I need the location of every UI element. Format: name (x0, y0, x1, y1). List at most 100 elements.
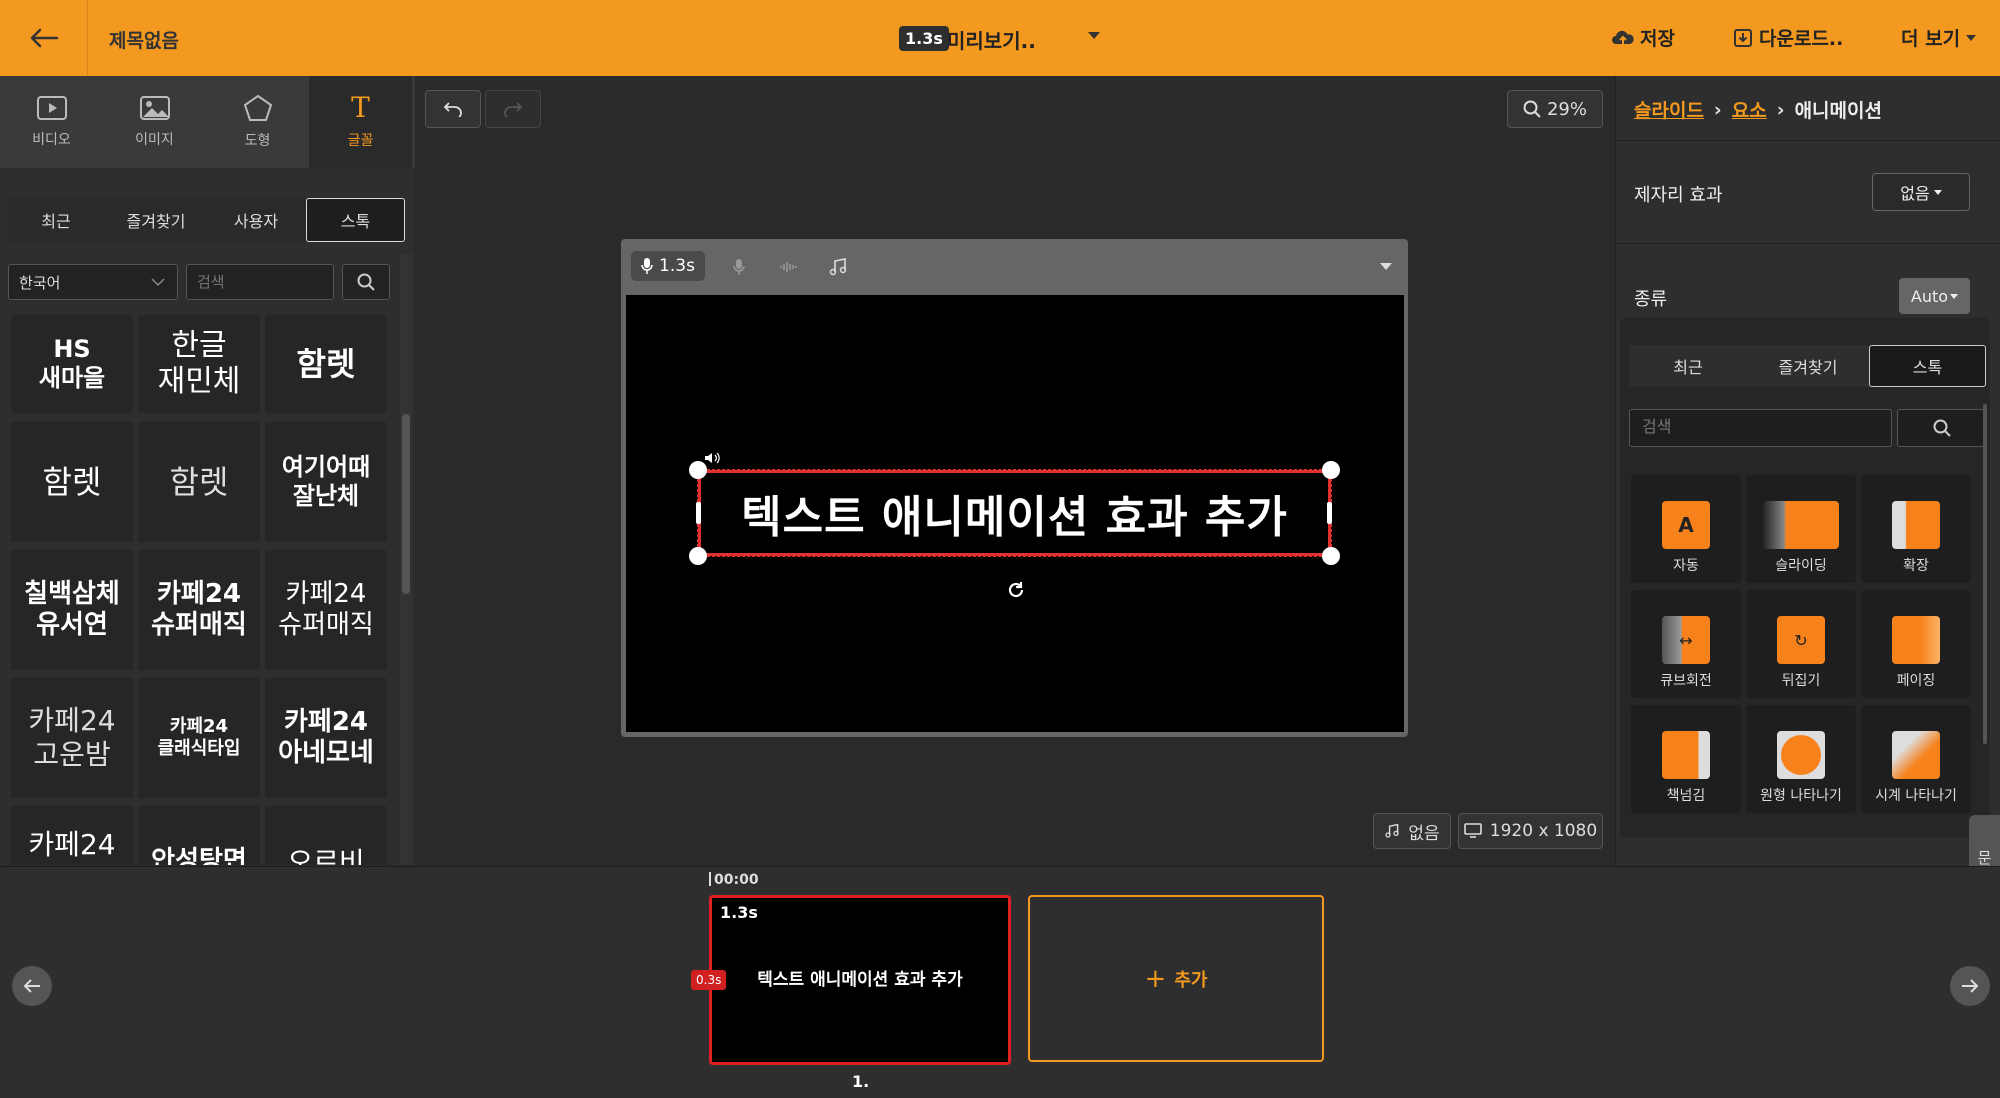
font-card[interactable]: 카페24 슈퍼매직 (265, 550, 387, 670)
microphone-icon (733, 259, 745, 275)
animation-circle-reveal[interactable]: 원형 나타나기 (1746, 705, 1856, 813)
asset-tabs: 비디오 이미지 도형 T 글꼴 (0, 76, 415, 168)
font-card[interactable]: 여기어때 잘난체 (265, 422, 387, 542)
font-card[interactable]: HS 새마을 (11, 315, 133, 413)
resize-handle-left[interactable] (696, 502, 701, 524)
timeline-next-button[interactable] (1950, 966, 1990, 1006)
tab-image[interactable]: 이미지 (103, 76, 206, 168)
save-button[interactable]: 저장 (1612, 24, 1675, 51)
resize-handle-bottom-right[interactable] (1322, 547, 1340, 565)
animation-expand[interactable]: 확장 (1861, 475, 1971, 583)
tab-stock[interactable]: 스톡 (306, 198, 405, 242)
tab-font[interactable]: T 글꼴 (309, 76, 412, 168)
zoom-button[interactable]: 29% (1507, 90, 1603, 128)
tab-recent[interactable]: 최근 (1629, 345, 1747, 387)
animation-list-scrollbar[interactable] (1983, 404, 1987, 744)
font-card[interactable]: 카페24 슈퍼매직 (138, 550, 260, 670)
tab-shape[interactable]: 도형 (206, 76, 309, 168)
back-button[interactable] (0, 0, 88, 76)
music-button[interactable] (824, 253, 852, 281)
tab-video-label: 비디오 (32, 132, 71, 148)
tab-favorites[interactable]: 즐겨찾기 (106, 198, 206, 242)
tab-stock[interactable]: 스톡 (1869, 345, 1986, 387)
rotate-handle[interactable] (1004, 578, 1028, 602)
add-scene-button[interactable]: + 추가 (1028, 895, 1324, 1062)
voice-duration-chip[interactable]: 1.3s (631, 251, 705, 281)
animation-flip[interactable]: ↻ 뒤집기 (1746, 590, 1856, 698)
playhead-marker[interactable] (709, 872, 711, 886)
undo-button[interactable] (425, 90, 481, 128)
animation-label: 슬라이딩 (1775, 558, 1827, 574)
tab-font-label: 글꼴 (347, 133, 374, 149)
font-card[interactable]: 카페24 (11, 806, 133, 865)
arrow-left-icon (23, 979, 40, 993)
save-label: 저장 (1640, 28, 1675, 50)
resize-handle-bottom-left[interactable] (689, 547, 707, 565)
font-sub-tabs: 최근 즐겨찾기 사용자 스톡 (8, 198, 405, 242)
tab-favorites[interactable]: 즐겨찾기 (1749, 345, 1867, 387)
redo-button[interactable] (485, 90, 541, 128)
slide-menu-caret-icon[interactable] (1380, 263, 1392, 270)
clock-reveal-icon (1892, 731, 1940, 779)
font-card[interactable]: 한글 재민체 (138, 315, 260, 413)
animation-search-input[interactable] (1629, 409, 1892, 447)
search-icon (1933, 419, 1951, 437)
record-voice-button[interactable] (726, 254, 752, 280)
resize-handle-right[interactable] (1327, 502, 1332, 524)
audio-wave-button[interactable] (776, 254, 802, 280)
page-turn-icon (1662, 731, 1710, 779)
animation-cube-rotate[interactable]: ↔ 큐브회전 (1631, 590, 1741, 698)
time-marker: 00:00 (714, 872, 759, 888)
font-card[interactable]: 함렛 (138, 422, 260, 542)
text-element[interactable]: 텍스트 애니메이션 효과 추가 (698, 470, 1331, 556)
animation-sliding[interactable]: 슬라이딩 (1746, 475, 1856, 583)
tab-video[interactable]: 비디오 (0, 76, 103, 168)
resolution-button[interactable]: 1920 x 1080 (1458, 813, 1603, 849)
timeline-prev-button[interactable] (12, 966, 52, 1006)
more-button[interactable]: 더 보기 (1901, 24, 1977, 51)
font-card[interactable]: 오르비 (265, 806, 387, 865)
animation-search-button[interactable] (1897, 409, 1986, 447)
language-value: 한국어 (19, 273, 61, 292)
tab-user[interactable]: 사용자 (208, 198, 304, 242)
breadcrumb-element[interactable]: 요소 (1732, 96, 1767, 123)
animation-clock-reveal[interactable]: 시계 나타나기 (1861, 705, 1971, 813)
background-music-button[interactable]: 없음 (1373, 813, 1451, 849)
music-note-icon (829, 258, 847, 276)
animation-label: 자동 (1673, 558, 1699, 574)
download-icon (1734, 28, 1752, 47)
place-effect-value: 없음 (1900, 184, 1930, 203)
speaker-icon (704, 450, 720, 469)
font-card[interactable]: 안성탕면 (138, 806, 260, 865)
font-card[interactable]: 함렛 (265, 315, 387, 413)
breadcrumb-slide[interactable]: 슬라이드 (1634, 96, 1704, 123)
animation-page-turn[interactable]: 책넘김 (1631, 705, 1741, 813)
chevron-right-icon: › (1713, 98, 1722, 121)
add-label: 추가 (1174, 969, 1208, 991)
font-grid: HS 새마을 한글 재민체 함렛 함렛 함렛 여기어때 잘난체 칠백삼체 유서연… (8, 315, 398, 865)
place-effect-select[interactable]: 없음 (1872, 173, 1970, 211)
document-title[interactable]: 제목없음 (109, 26, 179, 53)
resize-handle-top-right[interactable] (1322, 461, 1340, 479)
font-card[interactable]: 카페24 고운밤 (11, 678, 133, 798)
language-select[interactable]: 한국어 (8, 264, 178, 300)
font-card[interactable]: 칠백삼체 유서연 (11, 550, 133, 670)
flip-icon: ↻ (1777, 616, 1825, 664)
type-select[interactable]: Auto (1899, 278, 1970, 314)
animation-auto[interactable]: A 자동 (1631, 475, 1741, 583)
chevron-down-icon[interactable] (1088, 32, 1100, 39)
font-list-scroll-thumb[interactable] (402, 414, 410, 594)
font-search-input[interactable] (186, 264, 334, 300)
font-card[interactable]: 함렛 (11, 422, 133, 542)
animation-paging[interactable]: 페이징 (1861, 590, 1971, 698)
video-icon (36, 96, 67, 120)
font-search-button[interactable] (342, 264, 390, 300)
scene-text-preview: 텍스트 애니메이션 효과 추가 (757, 970, 963, 990)
download-button[interactable]: 다운로드.. (1733, 24, 1843, 51)
tab-recent[interactable]: 최근 (8, 198, 104, 242)
chevron-down-icon (151, 278, 165, 287)
preview-button[interactable]: 미리보기.. (947, 25, 1036, 54)
font-card[interactable]: 카페24 아네모네 (265, 678, 387, 798)
paging-icon (1892, 616, 1940, 664)
font-card[interactable]: 카페24 클래식타입 (138, 678, 260, 798)
